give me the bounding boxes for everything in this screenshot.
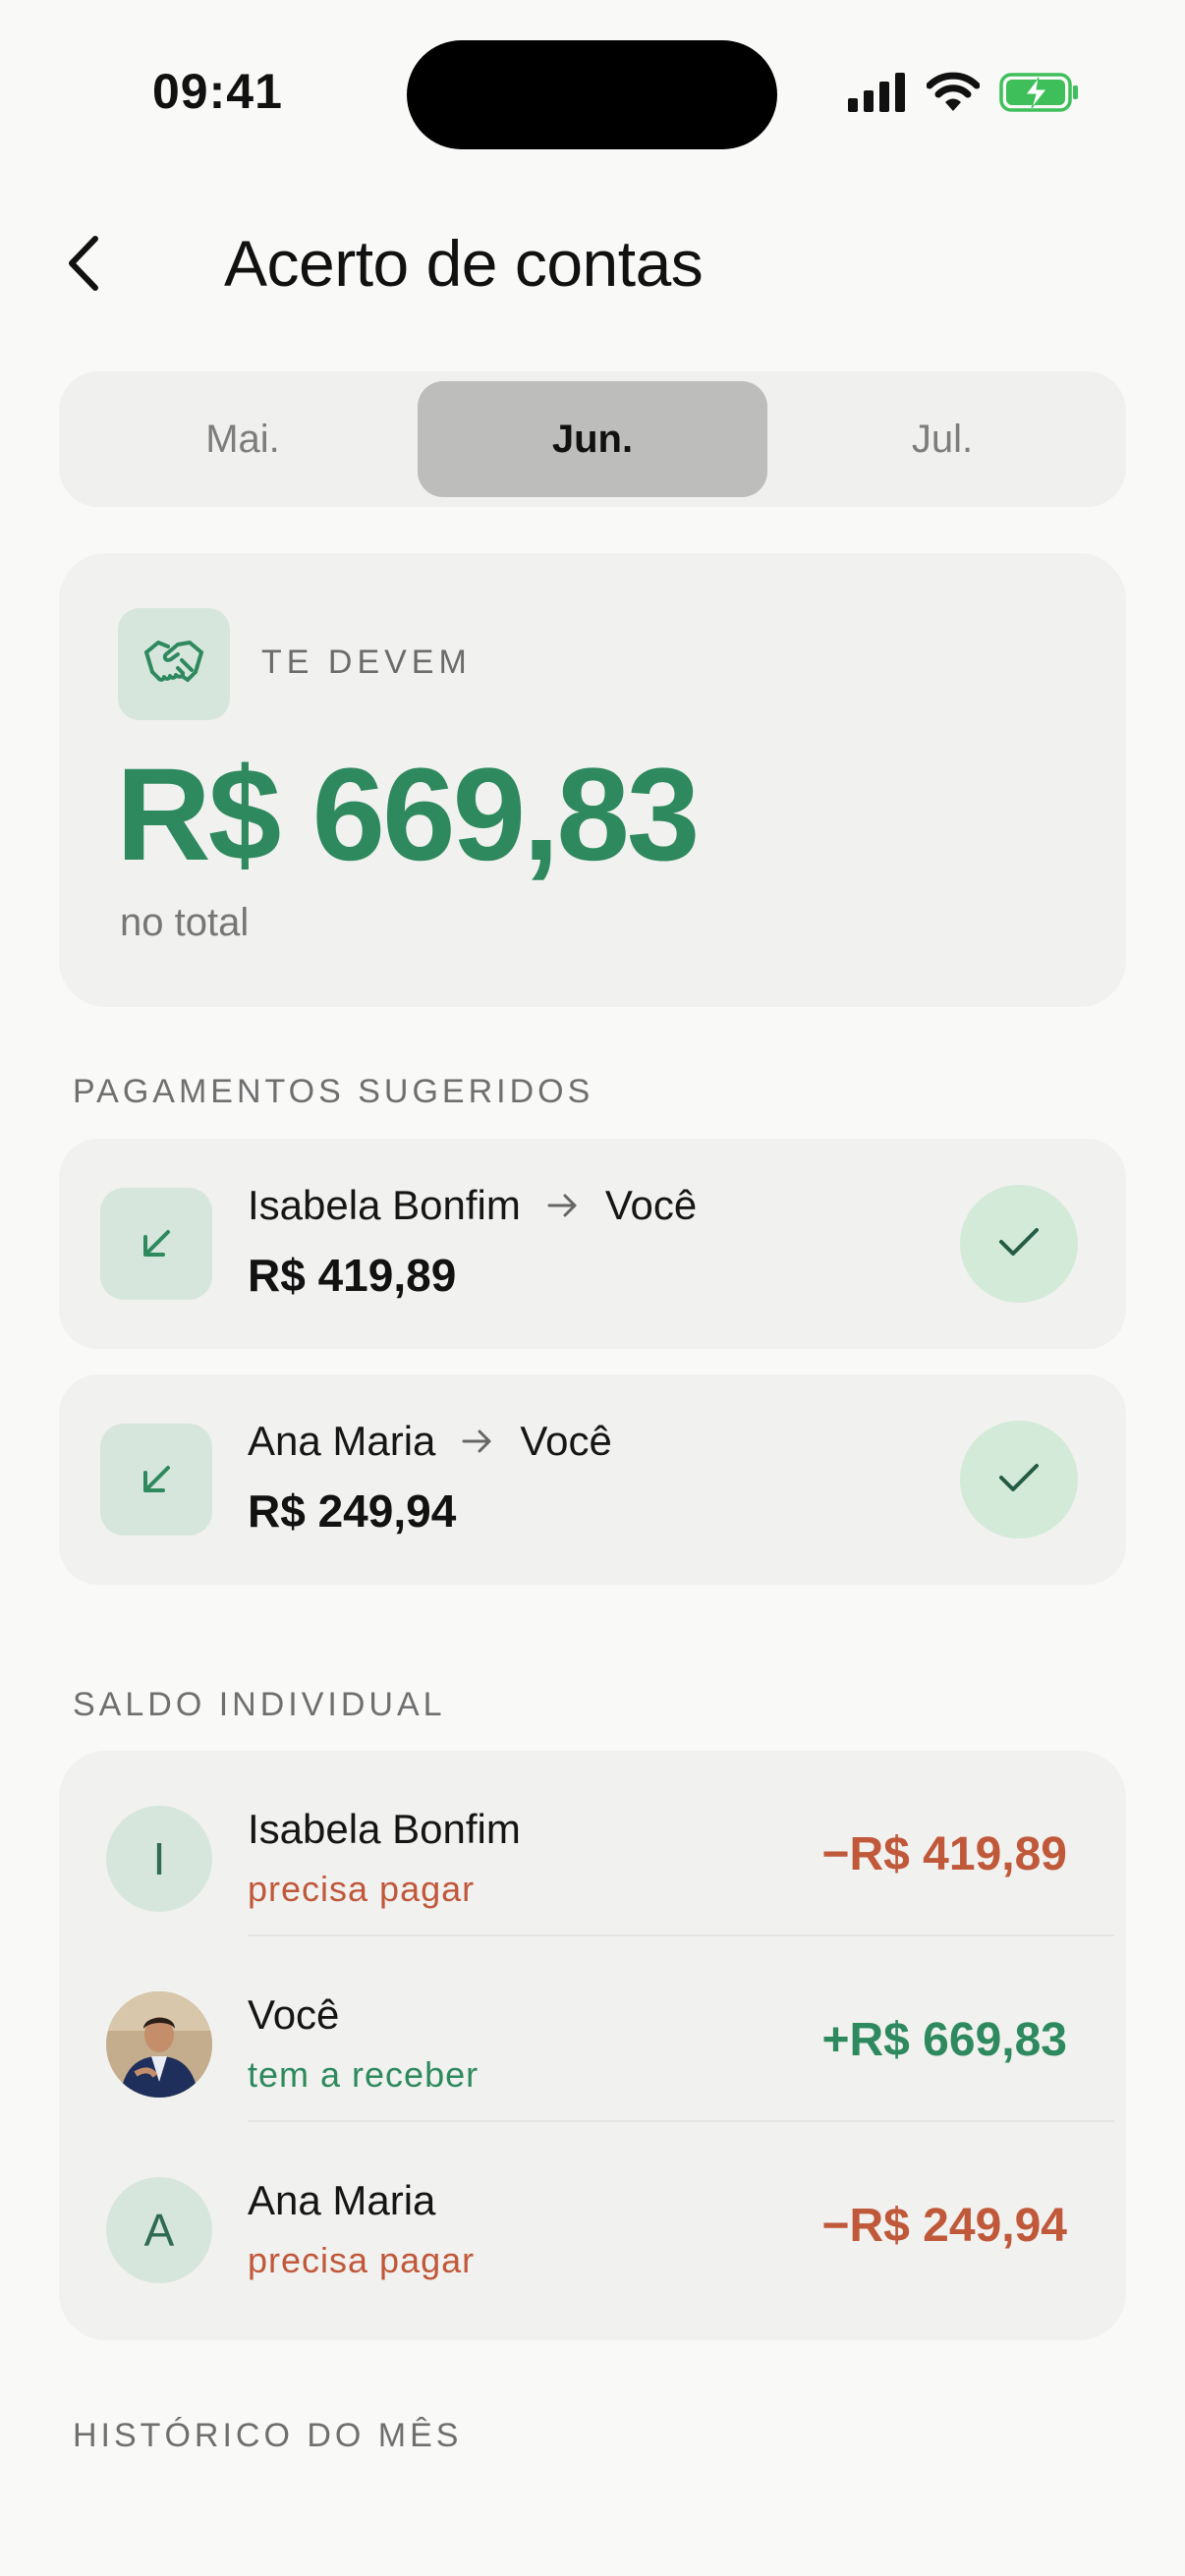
payment-card: Ana Maria Você R$ 249,94: [59, 1374, 1126, 1585]
suggested-payments-title: PAGAMENTOS SUGERIDOS: [73, 1073, 594, 1110]
user-photo-avatar: [106, 1991, 212, 2098]
cellular-signal-icon: [848, 72, 907, 117]
mark-paid-button[interactable]: [960, 1421, 1078, 1539]
individual-balance-title: SALDO INDIVIDUAL: [73, 1686, 446, 1723]
checkmark-icon: [997, 1461, 1041, 1499]
mark-paid-button[interactable]: [960, 1185, 1078, 1303]
member-balance: −R$ 419,89: [821, 1828, 1067, 1880]
member-name: Você: [248, 1991, 340, 2038]
arrow-down-left-icon: [100, 1188, 212, 1300]
arrow-right-icon: [461, 1418, 494, 1465]
member-status: precisa pagar: [248, 1869, 476, 1909]
dynamic-island: [407, 40, 777, 149]
back-button[interactable]: [54, 226, 113, 305]
month-selector: Mai. Jun. Jul.: [59, 371, 1126, 507]
summary-card: TE DEVEM R$ 669,83 no total: [59, 553, 1126, 1007]
tab-july[interactable]: Jul.: [767, 381, 1117, 497]
payment-amount: R$ 249,94: [248, 1485, 457, 1537]
payee-name: Você: [604, 1182, 698, 1228]
arrow-down-left-icon: [100, 1424, 212, 1536]
payment-parties: Isabela Bonfim Você: [248, 1182, 697, 1229]
payment-amount: R$ 419,89: [248, 1250, 457, 1301]
chevron-left-icon: [66, 235, 101, 297]
summary-label: TE DEVEM: [261, 644, 472, 681]
status-time: 09:41: [152, 64, 283, 119]
list-item[interactable]: I Isabela Bonfim precisa pagar −R$ 419,8…: [59, 1751, 1126, 1936]
wifi-icon: [926, 72, 981, 118]
tab-june[interactable]: Jun.: [418, 381, 767, 497]
total-owed-amount: R$ 669,83: [116, 742, 700, 888]
arrow-right-icon: [546, 1182, 580, 1229]
payment-card: Isabela Bonfim Você R$ 419,89: [59, 1139, 1126, 1349]
payer-name: Ana Maria: [248, 1418, 436, 1464]
history-title: HISTÓRICO DO MÊS: [73, 2417, 463, 2454]
avatar: A: [106, 2177, 212, 2283]
tab-may[interactable]: Mai.: [68, 381, 418, 497]
handshake-icon: [118, 608, 230, 720]
list-item[interactable]: A Ana Maria precisa pagar −R$ 249,94: [59, 2122, 1126, 2308]
member-name: Isabela Bonfim: [248, 1806, 521, 1852]
member-status: precisa pagar: [248, 2240, 476, 2280]
battery-charging-icon: [999, 72, 1080, 118]
member-status: tem a receber: [248, 2054, 480, 2095]
balance-list: I Isabela Bonfim precisa pagar −R$ 419,8…: [59, 1751, 1126, 2340]
page-title: Acerto de contas: [224, 227, 704, 300]
summary-subtitle: no total: [120, 901, 250, 944]
member-balance: −R$ 249,94: [821, 2200, 1067, 2252]
member-name: Ana Maria: [248, 2177, 436, 2223]
member-balance: +R$ 669,83: [821, 2014, 1067, 2066]
avatar: [106, 1991, 212, 2098]
payee-name: Você: [520, 1418, 612, 1464]
avatar: I: [106, 1806, 212, 1912]
payer-name: Isabela Bonfim: [248, 1182, 521, 1228]
list-item[interactable]: Você tem a receber +R$ 669,83: [59, 1936, 1126, 2122]
checkmark-icon: [997, 1225, 1041, 1263]
payment-parties: Ana Maria Você: [248, 1418, 612, 1465]
status-icons: [848, 71, 1080, 118]
